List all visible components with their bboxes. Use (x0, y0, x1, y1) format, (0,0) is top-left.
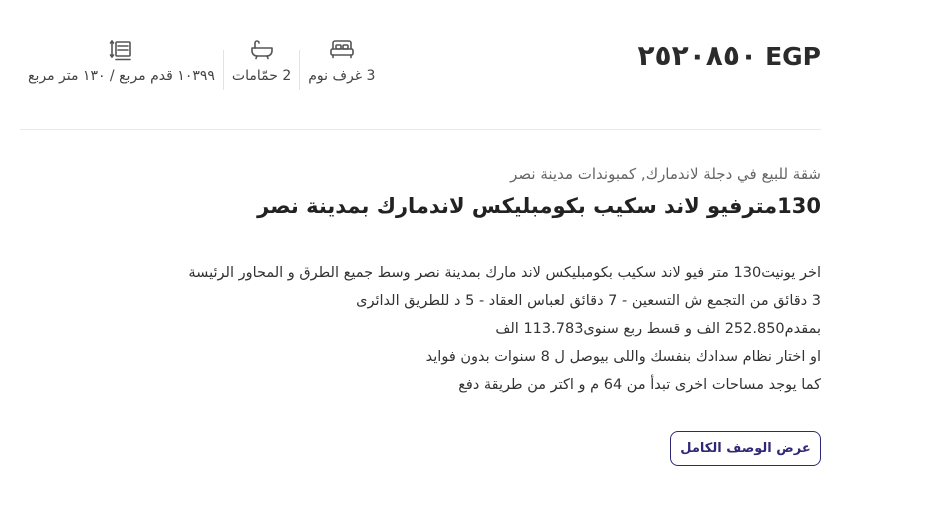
listing-card: ٢٥٢٠٨٥٠ EGP ١٠٣٩٩ قدم مربع / ١٣٠ متر مربع (20, 0, 821, 510)
spec-area-label: ١٠٣٩٩ قدم مربع / ١٣٠ متر مربع (28, 68, 215, 84)
spec-bedrooms-label: 3 غرف نوم (308, 68, 376, 84)
listing-title: 130مترفيو لاند سكيب بكومبليكس لاندمارك ب… (257, 194, 821, 218)
listing-description: اخر يونيت130 متر فيو لاند سكيب بكومبليكس… (121, 259, 821, 399)
bathtub-icon (249, 36, 275, 62)
price-currency: EGP (765, 42, 821, 71)
spec-bedrooms: 3 غرف نوم (300, 36, 383, 84)
description-line: او اختار نظام سدادك بنفسك واللى بيوصل ل … (425, 349, 821, 365)
full-description-button[interactable]: عرض الوصف الكامل (670, 431, 821, 466)
spec-bathrooms-label: 2 حمّامات (231, 68, 292, 84)
spec-bathrooms: 2 حمّامات (224, 36, 299, 84)
description-line: بمقدم252.850 الف و قسط ربع سنوى113.783 ا… (495, 321, 821, 337)
spec-area: ١٠٣٩٩ قدم مربع / ١٣٠ متر مربع (20, 36, 223, 84)
description-line: 3 دقائق من التجمع ش التسعين - 7 دقائق لع… (356, 293, 821, 309)
specs-row: ١٠٣٩٩ قدم مربع / ١٣٠ متر مربع 2 حمّامات (20, 36, 383, 96)
description-line: اخر يونيت130 متر فيو لاند سكيب بكومبليكس… (188, 265, 821, 281)
area-resize-icon (109, 36, 133, 62)
price-amount: ٢٥٢٠٨٥٠ (637, 39, 758, 72)
description-line: كما يوجد مساحات اخرى تبدأ من 64 م و اكتر… (458, 377, 821, 393)
bed-icon (329, 36, 355, 62)
price: ٢٥٢٠٨٥٠ EGP (637, 36, 821, 77)
divider (20, 129, 821, 130)
listing-subtitle: شقة للبيع في دجلة لاندمارك, كمبوندات مدي… (510, 165, 821, 183)
